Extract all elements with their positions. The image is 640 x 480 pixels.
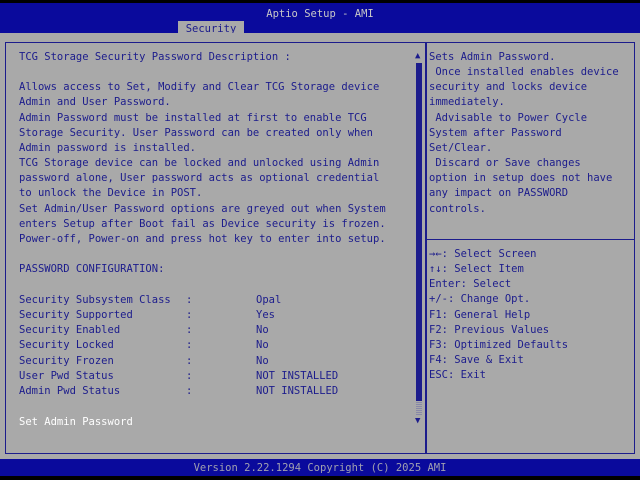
title-bar: Aptio Setup - AMI Security (0, 3, 640, 33)
config-label: Security Frozen (19, 354, 114, 369)
config-label: Security Supported (19, 308, 133, 323)
key-hint: ESC: Exit (429, 368, 486, 383)
description-line: Admin Password must be installed at firs… (19, 111, 367, 126)
scrollbar-track[interactable] (416, 401, 422, 415)
divider (425, 42, 427, 453)
help-line: any impact on PASSWORD (429, 186, 568, 201)
help-line: Set/Clear. (429, 141, 492, 156)
app-title: Aptio Setup - AMI (0, 8, 640, 20)
divider (427, 239, 634, 240)
key-hint: F2: Previous Values (429, 323, 549, 338)
config-label: Security Locked (19, 338, 114, 353)
help-line: System after Password (429, 126, 562, 141)
config-value: No (256, 338, 269, 353)
help-line: controls. (429, 202, 486, 217)
description-line: Power-off, Power-on and press hot key to… (19, 232, 386, 247)
config-separator: : (186, 308, 192, 323)
description-line: Allows access to Set, Modify and Clear T… (19, 80, 379, 95)
description-line: Storage Security. User Password can be c… (19, 126, 373, 141)
description-line: enters Setup after Boot fail as Device s… (19, 217, 386, 232)
config-value: NOT INSTALLED (256, 384, 338, 399)
main-panel: TCG Storage Security Password Descriptio… (0, 33, 640, 459)
key-hint: F3: Optimized Defaults (429, 338, 568, 353)
help-line: immediately. (429, 95, 505, 110)
config-label: Security Enabled (19, 323, 120, 338)
config-value: Yes (256, 308, 275, 323)
config-value: Opal (256, 293, 281, 308)
config-separator: : (186, 384, 192, 399)
scrollbar-thumb[interactable] (416, 63, 422, 401)
set-admin-password-item[interactable]: Set Admin Password (19, 415, 133, 430)
scroll-down-icon[interactable]: ▼ (415, 416, 420, 426)
help-line: Advisable to Power Cycle (429, 111, 587, 126)
description-line: Admin and User Password. (19, 95, 171, 110)
footer-version: Version 2.22.1294 Copyright (C) 2025 AMI (0, 459, 640, 476)
key-hint: →←: Select Screen (429, 247, 536, 262)
key-hint: +/-: Change Opt. (429, 292, 530, 307)
description-line: TCG Storage device can be locked and unl… (19, 156, 379, 171)
config-label: Admin Pwd Status (19, 384, 120, 399)
config-separator: : (186, 369, 192, 384)
help-line: Once installed enables device (429, 65, 619, 80)
help-line: security and locks device (429, 80, 587, 95)
help-line: option in setup does not have (429, 171, 612, 186)
config-label: Security Subsystem Class (19, 293, 171, 308)
key-hint: Enter: Select (429, 277, 511, 292)
config-separator: : (186, 338, 192, 353)
config-value: NOT INSTALLED (256, 369, 338, 384)
config-separator: : (186, 354, 192, 369)
config-separator: : (186, 293, 192, 308)
scroll-up-icon[interactable]: ▲ (415, 51, 420, 61)
description-line: password alone, User password acts as op… (19, 171, 379, 186)
key-hint: F1: General Help (429, 308, 530, 323)
description-line: Admin password is installed. (19, 141, 196, 156)
description-line: PASSWORD CONFIGURATION: (19, 262, 164, 277)
key-hint: F4: Save & Exit (429, 353, 524, 368)
help-line: Discard or Save changes (429, 156, 581, 171)
config-separator: : (186, 323, 192, 338)
config-value: No (256, 354, 269, 369)
help-line: Sets Admin Password. (429, 50, 555, 65)
config-value: No (256, 323, 269, 338)
description-line: Set Admin/User Password options are grey… (19, 202, 386, 217)
key-hint: ↑↓: Select Item (429, 262, 524, 277)
description-line: TCG Storage Security Password Descriptio… (19, 50, 291, 65)
config-label: User Pwd Status (19, 369, 114, 384)
description-line: to unlock the Device in POST. (19, 186, 202, 201)
